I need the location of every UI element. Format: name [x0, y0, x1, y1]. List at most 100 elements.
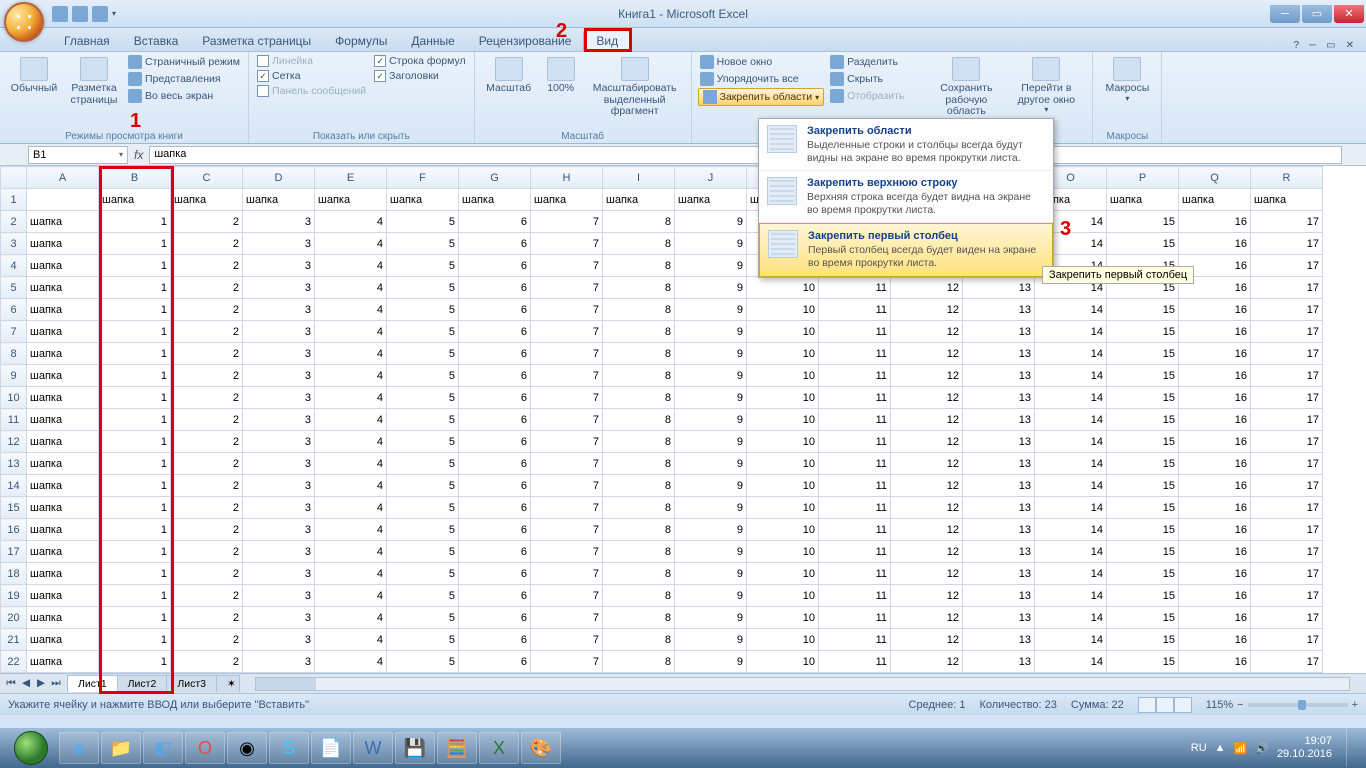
cell-E19[interactable]: 4 — [315, 585, 387, 607]
cell-A16[interactable]: шапка — [27, 519, 99, 541]
cell-L13[interactable]: 11 — [819, 453, 891, 475]
cell-R21[interactable]: 17 — [1251, 629, 1323, 651]
cell-F20[interactable]: 5 — [387, 607, 459, 629]
normal-view-button[interactable]: Обычный — [6, 54, 62, 95]
cell-I22[interactable]: 8 — [603, 651, 675, 673]
split-button[interactable]: Разделить — [828, 54, 906, 70]
cell-D1[interactable]: шапка — [243, 189, 315, 211]
taskbar-excel-icon[interactable]: X — [479, 732, 519, 764]
row-header-7[interactable]: 7 — [1, 321, 27, 343]
cell-N5[interactable]: 13 — [963, 277, 1035, 299]
taskbar-word-icon[interactable]: W — [353, 732, 393, 764]
cell-D4[interactable]: 3 — [243, 255, 315, 277]
cell-G7[interactable]: 6 — [459, 321, 531, 343]
cell-H17[interactable]: 7 — [531, 541, 603, 563]
cell-K21[interactable]: 10 — [747, 629, 819, 651]
mdi-close-icon[interactable]: ✕ — [1342, 40, 1358, 51]
cell-D22[interactable]: 3 — [243, 651, 315, 673]
cell-R6[interactable]: 17 — [1251, 299, 1323, 321]
column-header-J[interactable]: J — [675, 167, 747, 189]
custom-views[interactable]: Представления — [126, 71, 242, 87]
cell-H2[interactable]: 7 — [531, 211, 603, 233]
cell-M15[interactable]: 12 — [891, 497, 963, 519]
cell-K17[interactable]: 10 — [747, 541, 819, 563]
cell-G19[interactable]: 6 — [459, 585, 531, 607]
cell-J3[interactable]: 9 — [675, 233, 747, 255]
cell-K14[interactable]: 10 — [747, 475, 819, 497]
cell-Q20[interactable]: 16 — [1179, 607, 1251, 629]
cell-G1[interactable]: шапка — [459, 189, 531, 211]
cell-N14[interactable]: 13 — [963, 475, 1035, 497]
cell-P11[interactable]: 15 — [1107, 409, 1179, 431]
cell-O18[interactable]: 14 — [1035, 563, 1107, 585]
cell-G21[interactable]: 6 — [459, 629, 531, 651]
cell-M21[interactable]: 12 — [891, 629, 963, 651]
cell-B14[interactable]: 1 — [99, 475, 171, 497]
cell-J21[interactable]: 9 — [675, 629, 747, 651]
cell-G16[interactable]: 6 — [459, 519, 531, 541]
column-header-A[interactable]: A — [27, 167, 99, 189]
tray-clock[interactable]: 19:0729.10.2016 — [1277, 735, 1332, 761]
row-header-6[interactable]: 6 — [1, 299, 27, 321]
cell-A7[interactable]: шапка — [27, 321, 99, 343]
cell-I9[interactable]: 8 — [603, 365, 675, 387]
cell-H4[interactable]: 7 — [531, 255, 603, 277]
cell-L14[interactable]: 11 — [819, 475, 891, 497]
cell-N12[interactable]: 13 — [963, 431, 1035, 453]
freeze-panes-button[interactable]: Закрепить области▾ — [698, 88, 825, 106]
cell-O19[interactable]: 14 — [1035, 585, 1107, 607]
cell-E11[interactable]: 4 — [315, 409, 387, 431]
tab-page-layout[interactable]: Разметка страницы — [190, 31, 323, 51]
cell-G10[interactable]: 6 — [459, 387, 531, 409]
macros-button[interactable]: Макросы▾ — [1099, 54, 1155, 103]
cell-A2[interactable]: шапка — [27, 211, 99, 233]
row-header-3[interactable]: 3 — [1, 233, 27, 255]
cell-R14[interactable]: 17 — [1251, 475, 1323, 497]
cell-C12[interactable]: 2 — [171, 431, 243, 453]
cell-G20[interactable]: 6 — [459, 607, 531, 629]
cell-F6[interactable]: 5 — [387, 299, 459, 321]
cell-R17[interactable]: 17 — [1251, 541, 1323, 563]
zoom-selection-button[interactable]: Масштабировать выделенный фрагмент — [585, 54, 685, 118]
row-header-13[interactable]: 13 — [1, 453, 27, 475]
start-button[interactable] — [4, 729, 58, 767]
cell-M12[interactable]: 12 — [891, 431, 963, 453]
cell-F16[interactable]: 5 — [387, 519, 459, 541]
cell-Q1[interactable]: шапка — [1179, 189, 1251, 211]
freeze-first-column-item[interactable]: Закрепить первый столбецПервый столбец в… — [759, 223, 1053, 276]
cell-A8[interactable]: шапка — [27, 343, 99, 365]
cell-H13[interactable]: 7 — [531, 453, 603, 475]
cell-E12[interactable]: 4 — [315, 431, 387, 453]
cell-C8[interactable]: 2 — [171, 343, 243, 365]
cell-J2[interactable]: 9 — [675, 211, 747, 233]
row-header-10[interactable]: 10 — [1, 387, 27, 409]
cell-L18[interactable]: 11 — [819, 563, 891, 585]
cell-P13[interactable]: 15 — [1107, 453, 1179, 475]
cell-J18[interactable]: 9 — [675, 563, 747, 585]
cell-P2[interactable]: 15 — [1107, 211, 1179, 233]
cell-E2[interactable]: 4 — [315, 211, 387, 233]
cell-Q12[interactable]: 16 — [1179, 431, 1251, 453]
cell-P7[interactable]: 15 — [1107, 321, 1179, 343]
cell-K9[interactable]: 10 — [747, 365, 819, 387]
cell-B3[interactable]: 1 — [99, 233, 171, 255]
cell-I3[interactable]: 8 — [603, 233, 675, 255]
freeze-top-row-item[interactable]: Закрепить верхнюю строкуВерхняя строка в… — [759, 171, 1053, 223]
tray-lang[interactable]: RU — [1191, 742, 1207, 754]
cell-A17[interactable]: шапка — [27, 541, 99, 563]
cell-D16[interactable]: 3 — [243, 519, 315, 541]
cell-I16[interactable]: 8 — [603, 519, 675, 541]
cell-P21[interactable]: 15 — [1107, 629, 1179, 651]
cell-I13[interactable]: 8 — [603, 453, 675, 475]
cell-K7[interactable]: 10 — [747, 321, 819, 343]
cell-L19[interactable]: 11 — [819, 585, 891, 607]
cell-L17[interactable]: 11 — [819, 541, 891, 563]
cell-Q11[interactable]: 16 — [1179, 409, 1251, 431]
cell-O16[interactable]: 14 — [1035, 519, 1107, 541]
cell-K6[interactable]: 10 — [747, 299, 819, 321]
cell-M22[interactable]: 12 — [891, 651, 963, 673]
cell-Q21[interactable]: 16 — [1179, 629, 1251, 651]
cell-K15[interactable]: 10 — [747, 497, 819, 519]
cell-Q19[interactable]: 16 — [1179, 585, 1251, 607]
column-header-D[interactable]: D — [243, 167, 315, 189]
